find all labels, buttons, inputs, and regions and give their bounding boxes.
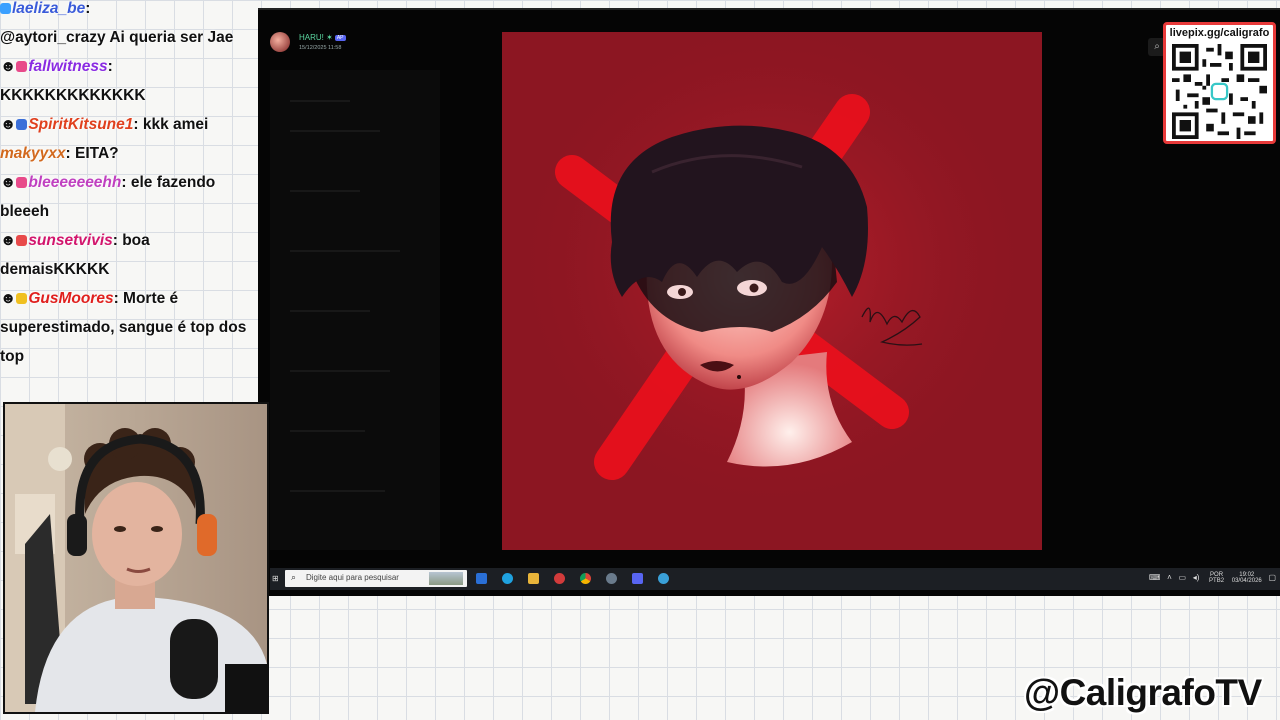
plush-toy [48,447,72,471]
chat-username: GusMoores [28,290,114,307]
post-timestamp: 15/12/2025 11:58 [299,45,342,51]
divider [290,250,400,252]
search-icon: ⌕ [291,572,297,582]
keyboard-layout: PTB2 [1209,578,1225,584]
chat-username: SpiritKitsune1 [28,116,134,133]
microphone [170,619,218,699]
system-tray: ⌨ ˄ ▭ ◂) POR PTB2 19:02 03/04/2026 ▢ [1144,572,1276,584]
divider [290,100,350,102]
chat-overlay: laeliza_be: @aytori_crazy Ai queria ser … [0,0,258,371]
app-icon-red[interactable] [554,573,565,584]
webcam-image [5,404,267,712]
divider [290,310,370,312]
chat-prefix-icon: ☻ [0,58,17,75]
taskbar: ⊞ ⌕ Digite aqui para pesquisar ⌨ ˄ ▭ ◂) … [270,568,1280,590]
chat-message: ☻ SpiritKitsune1: kkk amei [0,116,209,133]
chat-message: @aytori_crazy Ai queria ser Jae [0,23,258,52]
file-explorer-icon[interactable] [528,573,539,584]
language-indicator[interactable]: POR PTB2 [1209,572,1224,584]
chat-text: EITA? [74,145,119,162]
sub-badge-icon [16,293,28,304]
chat-prefix-icon: ☻ [0,290,17,307]
chat-message: ☻ sunsetvivis: boa demaisKKKKK [0,232,150,278]
avatar[interactable] [270,32,290,52]
chrome-icon[interactable] [580,573,591,584]
sub-badge-icon [0,3,11,14]
screen-capture: HARU! ✶ AP 15/12/2025 11:58 ⌕ ⊞ ⌕ Digite… [258,8,1280,596]
notification-icon[interactable]: ▢ [1268,573,1276,582]
chat-text: @aytori_crazy Ai queria ser Jae [0,29,234,46]
chat-text: KKKKKKKKKKKKK [0,87,146,104]
chat-message: ☻ fallwitness: KKKKKKKKKKKKK [0,58,146,104]
chat-username: fallwitness [28,58,108,75]
clock-date: 03/04/2026 [1231,578,1262,584]
portrait-illustration [502,32,1042,550]
qr-code [1172,44,1267,139]
chat-prefix-icon: ☻ [0,174,17,191]
webcam-feed [3,402,269,714]
volume-icon[interactable]: ◂) [1193,573,1200,582]
author-badge: AP [334,35,346,41]
search-highlight-image [429,572,463,585]
post-author[interactable]: HARU! ✶ [299,33,333,42]
clock[interactable]: 19:02 03/04/2026 [1232,572,1262,584]
chat-prefix-icon: ☻ [0,116,17,133]
chevron-up-icon[interactable]: ˄ [1167,573,1172,582]
chat-prefix-icon: ☻ [0,232,17,249]
chat-message: ☻ bleeeeeeehh: ele fazendo bleeeh [0,174,216,220]
edge-icon[interactable] [502,573,513,584]
dimmed-sidebar [270,70,440,550]
search-placeholder: Digite aqui para pesquisar [306,573,399,582]
qr-center-logo [1210,82,1229,101]
divider [290,370,390,372]
chat-text: kkk amei [142,116,209,133]
sub-badge-icon [16,177,28,188]
chat-message: ☻ GusMoores: Morte é superestimado, sangu… [0,290,247,365]
sub-badge-icon [16,61,28,72]
divider [290,130,380,132]
chat-message: makyyxx: EITA? [0,145,119,162]
artwork-image [502,32,1042,550]
divider [290,430,365,432]
task-view-icon[interactable] [476,573,487,584]
post-author-row: HARU! ✶ AP [299,33,346,42]
divider [290,190,360,192]
sub-badge-icon [16,119,28,130]
chat-username: bleeeeeeehh [28,174,122,191]
divider [290,490,385,492]
refresh-app-icon[interactable] [658,573,669,584]
taskbar-search-input[interactable]: ⌕ Digite aqui para pesquisar [285,570,467,587]
discord-icon[interactable] [632,573,643,584]
chat-username: laeliza_be [12,0,86,17]
obs-icon[interactable] [606,573,617,584]
windows-start-icon[interactable]: ⊞ [272,574,281,583]
keyboard-icon[interactable]: ⌨ [1149,573,1161,582]
qr-link-label: livepix.gg/caligrafo [1169,27,1270,39]
chat-username: sunsetvivis [28,232,113,249]
channel-handle: @CaligrafoTV [1024,672,1262,713]
network-icon[interactable]: ▭ [1178,573,1186,582]
donation-qr-card[interactable]: livepix.gg/caligrafo [1163,22,1276,144]
chat-username: makyyxx [0,145,66,162]
sub-badge-icon [16,235,28,246]
chat-message: laeliza_be: [0,0,258,23]
